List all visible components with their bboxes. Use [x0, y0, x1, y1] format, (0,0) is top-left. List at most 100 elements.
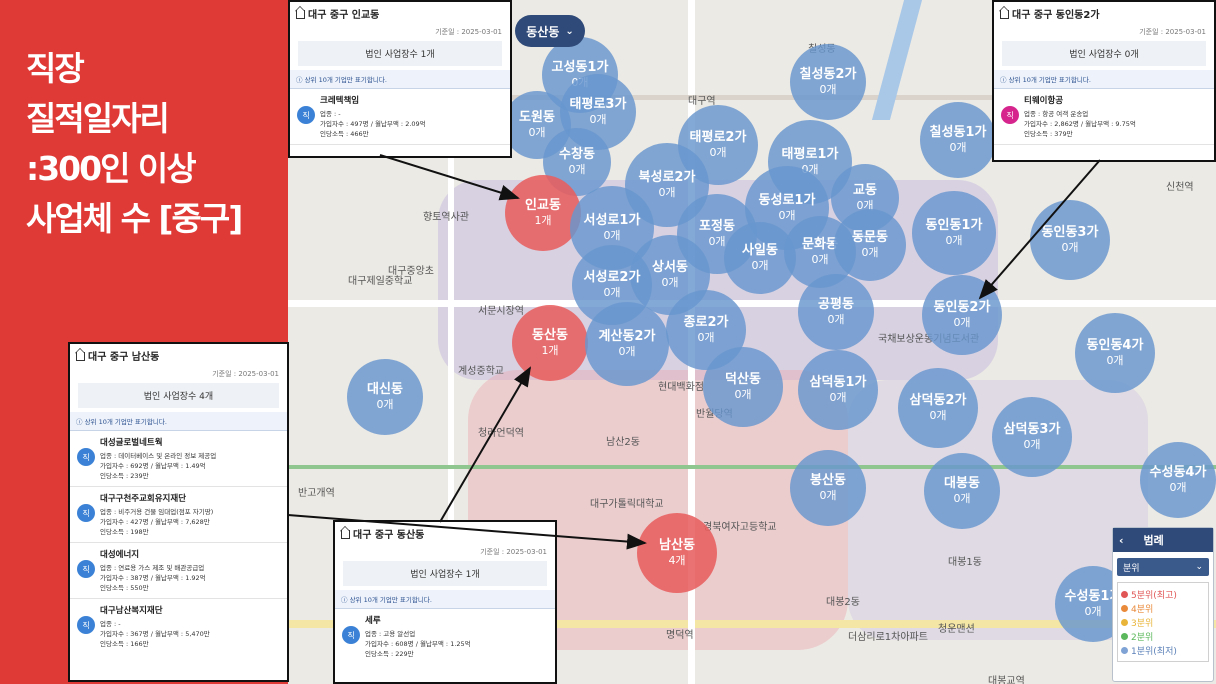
- dong-name: 공평동: [818, 297, 854, 312]
- dong-circle[interactable]: 동인동4가 0개: [1075, 313, 1155, 393]
- dong-name: 삼덕동2가: [909, 393, 967, 408]
- dong-name: 상서동: [652, 260, 688, 275]
- map-label: 명덕역: [666, 630, 694, 641]
- home-icon: [76, 352, 85, 361]
- dong-circle[interactable]: 동산동 1개: [512, 305, 588, 381]
- dong-count: 0개: [751, 259, 769, 272]
- map-label: 대봉교역: [988, 676, 1025, 684]
- business-name: 크레텍책임: [320, 96, 360, 106]
- card-header: 대구 중구 인교동: [308, 10, 380, 21]
- business-industry: 업종 : 데이터베이스 및 온라인 정보 제공업: [100, 452, 217, 460]
- dong-circle[interactable]: 계산동2가 0개: [585, 302, 669, 386]
- business-item[interactable]: 직 대구구천주교회유지재단 업종 : 비주거용 건물 임대업(점포 자기땅) 가…: [70, 487, 287, 543]
- dong-name: 남산동: [659, 538, 695, 553]
- dong-circle[interactable]: 동인동1가 0개: [912, 191, 996, 275]
- dong-count: 0개: [778, 209, 796, 222]
- dong-name: 동인동1가: [925, 218, 983, 233]
- business-item[interactable]: 직 크레텍책임 업종 : - 가입자수 : 497명 / 월납부액 : 2.09…: [290, 89, 510, 145]
- dong-circle[interactable]: 수성동4가 0개: [1140, 442, 1216, 518]
- dong-name: 삼덕동1가: [809, 375, 867, 390]
- home-icon: [296, 10, 305, 19]
- dong-name: 동산동: [532, 328, 568, 343]
- dong-name: 칠성동1가: [929, 125, 987, 140]
- dong-circle[interactable]: 삼덕동3가 0개: [992, 397, 1072, 477]
- map-label: 대구가톨릭대학교: [590, 499, 664, 510]
- dong-name: 봉산동: [810, 473, 846, 488]
- legend-dot: [1121, 618, 1128, 626]
- business-count: 법인 사업장수 1개: [298, 41, 502, 66]
- map-label: 더삼리로1차아파트: [848, 632, 928, 643]
- map-label: 경북여자고등학교: [703, 522, 777, 533]
- dong-circle[interactable]: 삼덕동1가 0개: [798, 350, 878, 430]
- legend-title: 범례: [1143, 534, 1164, 547]
- home-icon: [341, 530, 350, 539]
- dong-circle[interactable]: 봉산동 0개: [790, 450, 866, 526]
- legend-dot: [1121, 632, 1128, 640]
- dong-circle[interactable]: 대봉동 0개: [924, 453, 1000, 529]
- dong-circle[interactable]: 칠성동2가 0개: [790, 44, 866, 120]
- dong-circle[interactable]: 덕산동 0개: [703, 347, 783, 427]
- dong-circle[interactable]: 칠성동1가 0개: [920, 102, 996, 178]
- dong-count: 0개: [1084, 605, 1102, 618]
- info-note: ⓘ 상위 10개 기업만 표기합니다.: [335, 590, 555, 609]
- dong-select-button[interactable]: 동산동 ⌄: [515, 15, 585, 47]
- dong-circle[interactable]: 동문동 0개: [834, 209, 906, 281]
- business-industry: 업종 : 비주거용 건물 임대업(점포 자기땅): [100, 508, 214, 516]
- home-icon: [1000, 10, 1009, 19]
- title-line: 사업체 수 [중구]: [26, 199, 243, 238]
- dong-name: 문화동: [802, 237, 838, 252]
- info-card-dongsan[interactable]: 대구 중구 동산동 기준일 : 2025-03-01 법인 사업장수 1개 ⓘ …: [333, 520, 557, 684]
- business-name: 대구남산복지재단: [100, 606, 163, 616]
- business-item[interactable]: 직 대성글로벌네트웍 업종 : 데이터베이스 및 온라인 정보 제공업 가입자수…: [70, 431, 287, 487]
- dong-name: 계산동2가: [598, 329, 656, 344]
- card-header: 대구 중구 남산동: [88, 352, 160, 363]
- dong-count: 0개: [376, 398, 394, 411]
- dong-circle[interactable]: 남산동 4개: [637, 513, 717, 593]
- business-members: 가입자수 : 692명 / 월납부액 : 1.49억: [100, 462, 206, 470]
- dong-circle[interactable]: 인교동 1개: [505, 175, 581, 251]
- dong-name: 동문동: [852, 230, 888, 245]
- dong-circle[interactable]: 공평동 0개: [798, 274, 874, 350]
- info-card-dongin2[interactable]: 대구 중구 동인동2가 기준일 : 2025-03-01 법인 사업장수 0개 …: [992, 0, 1216, 162]
- info-note: ⓘ 상위 10개 기업만 표기합니다.: [994, 70, 1214, 89]
- info-card-namsan[interactable]: 대구 중구 남산동 기준일 : 2025-03-01 법인 사업장수 4개 ⓘ …: [68, 342, 289, 682]
- dong-count: 0개: [945, 234, 963, 247]
- info-card-ingyo[interactable]: 대구 중구 인교동 기준일 : 2025-03-01 법인 사업장수 1개 ⓘ …: [288, 0, 512, 158]
- business-item[interactable]: 직 세루 업종 : 고용 알선업 가입자수 : 608명 / 월납부액 : 1.…: [335, 609, 555, 664]
- card-header: 대구 중구 동산동: [353, 530, 425, 541]
- dong-name: 서성로1가: [583, 213, 641, 228]
- map-label: 향토역사관: [423, 212, 469, 223]
- dong-name: 수성동4가: [1149, 465, 1207, 480]
- legend-select[interactable]: 분위 ⌄: [1117, 558, 1209, 576]
- business-industry: 업종 : -: [100, 620, 121, 628]
- business-item[interactable]: 직 대구남산복지재단 업종 : - 가입자수 : 367명 / 월납부액 : 5…: [70, 599, 287, 654]
- business-income: 인당소득 : 239만: [100, 472, 149, 480]
- dong-circle[interactable]: 삼덕동2가 0개: [898, 368, 978, 448]
- title-line: 질적일자리: [26, 99, 170, 138]
- map-label: 신천역: [1166, 182, 1194, 193]
- title-line: :300인 이상: [26, 149, 197, 188]
- legend-item: 2분위: [1121, 629, 1205, 643]
- dong-count: 0개: [589, 113, 607, 126]
- chevron-left-icon[interactable]: ‹: [1119, 534, 1124, 547]
- dong-count: 0개: [603, 229, 621, 242]
- legend-item: 3분위: [1121, 615, 1205, 629]
- map-label: 계성중학교: [458, 366, 504, 377]
- map-label: 서문시장역: [478, 306, 524, 317]
- dong-circle[interactable]: 동인동3가 0개: [1030, 200, 1110, 280]
- dong-name: 칠성동2가: [799, 67, 857, 82]
- business-income: 인당소득 : 229만: [365, 650, 414, 658]
- dong-name: 동인동4가: [1086, 338, 1144, 353]
- business-item[interactable]: 직 대성에너지 업종 : 연료용 가스 제조 및 배관공급업 가입자수 : 38…: [70, 543, 287, 599]
- business-members: 가입자수 : 367명 / 월납부액 : 5,470만: [100, 630, 210, 638]
- dong-count: 0개: [953, 316, 971, 329]
- dong-name: 태평로1가: [781, 147, 839, 162]
- dong-circle[interactable]: 동인동2가 0개: [922, 275, 1002, 355]
- business-item[interactable]: 직 티웨이항공 업종 : 항공 여객 운송업 가입자수 : 2,862명 / 월…: [994, 89, 1214, 145]
- business-members: 가입자수 : 497명 / 월납부액 : 2.09억: [320, 120, 426, 128]
- dong-circle[interactable]: 대신동 0개: [347, 359, 423, 435]
- dong-name: 덕산동: [725, 372, 761, 387]
- dong-name: 대봉동: [944, 476, 980, 491]
- dong-count: 0개: [819, 489, 837, 502]
- chevron-down-icon: ⌄: [1195, 562, 1203, 572]
